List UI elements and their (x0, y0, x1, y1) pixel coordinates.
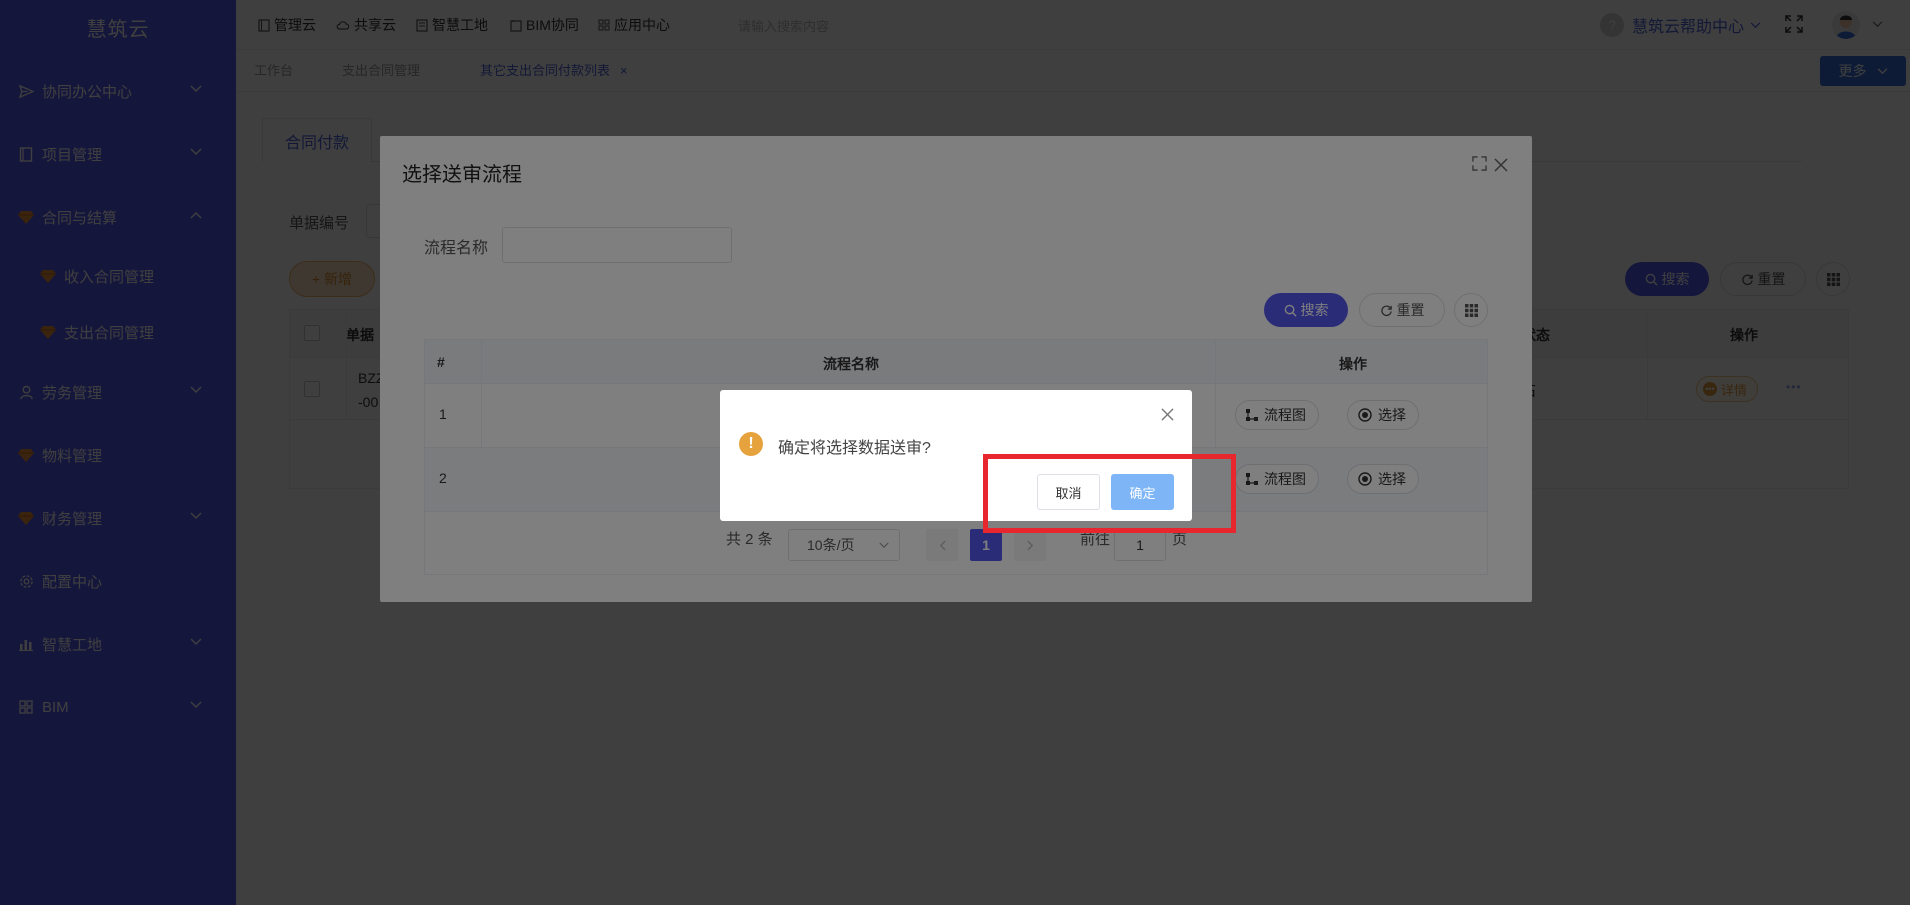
highlight-box (983, 454, 1236, 533)
warning-icon: ! (739, 432, 763, 456)
confirm-message: 确定将选择数据送审? (778, 440, 931, 457)
close-icon[interactable] (1161, 408, 1174, 421)
